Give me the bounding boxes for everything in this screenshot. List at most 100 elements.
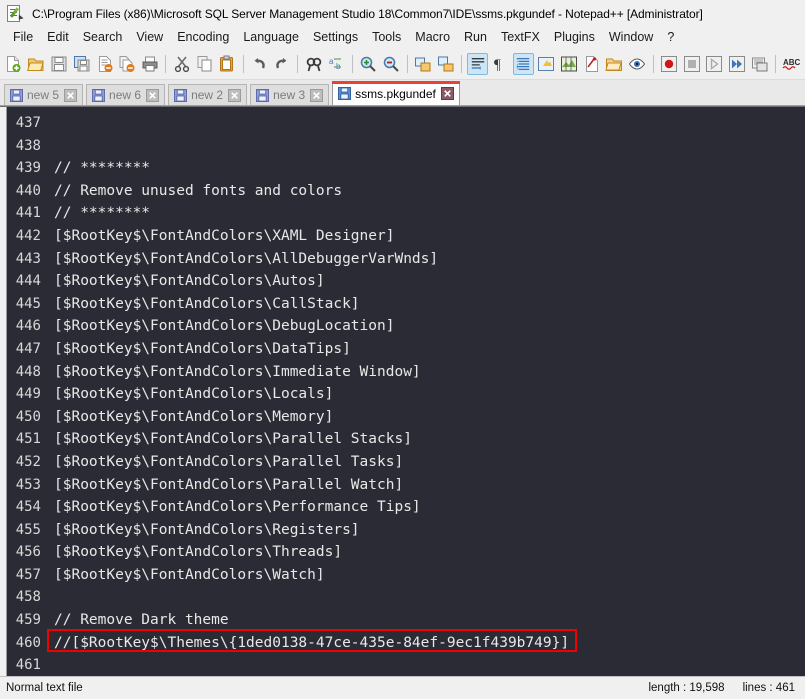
- code-line[interactable]: 437: [7, 112, 805, 135]
- tab-label: ssms.pkgundef: [355, 86, 436, 101]
- code-line[interactable]: 446 [$RootKey$\FontAndColors\DebugLocati…: [7, 315, 805, 338]
- close-file-icon[interactable]: [94, 53, 115, 75]
- folder-as-workspace-icon[interactable]: [604, 53, 625, 75]
- menu-item-textfx[interactable]: TextFX: [494, 28, 547, 47]
- line-number: 439: [15, 160, 41, 177]
- show-all-characters-icon[interactable]: ¶: [490, 53, 511, 75]
- code-line[interactable]: 450 [$RootKey$\FontAndColors\Memory]: [7, 406, 805, 429]
- toolbar-separator: [242, 55, 244, 73]
- redo-icon[interactable]: [272, 53, 293, 75]
- notepad-plus-plus-window: C:\Program Files (x86)\Microsoft SQL Ser…: [0, 0, 805, 699]
- code-line[interactable]: 439 // ********: [7, 157, 805, 180]
- line-number: 454: [15, 499, 41, 516]
- code-line[interactable]: 449 [$RootKey$\FontAndColors\Locals]: [7, 383, 805, 406]
- code-line-highlighted[interactable]: 460 //[$RootKey$\Themes\{1ded0138-47ce-4…: [7, 629, 805, 655]
- paste-icon[interactable]: [217, 53, 238, 75]
- code-line[interactable]: 438: [7, 135, 805, 158]
- tab-label: new 3: [273, 88, 306, 102]
- line-content: // Remove Dark theme: [54, 612, 229, 629]
- menu-item-language[interactable]: Language: [236, 28, 306, 47]
- code-line[interactable]: 453 [$RootKey$\FontAndColors\Parallel Wa…: [7, 474, 805, 497]
- zoom-in-icon[interactable]: [358, 53, 379, 75]
- code-line[interactable]: 444 [$RootKey$\FontAndColors\Autos]: [7, 270, 805, 293]
- code-line[interactable]: 454 [$RootKey$\FontAndColors\Performance…: [7, 496, 805, 519]
- menu-item-plugins[interactable]: Plugins: [547, 28, 602, 47]
- line-content: [$RootKey$\FontAndColors\Locals]: [54, 386, 334, 403]
- code-line[interactable]: 461: [7, 654, 805, 676]
- undo-icon[interactable]: [249, 53, 270, 75]
- close-icon[interactable]: [64, 88, 78, 102]
- save-all-icon[interactable]: [71, 53, 92, 75]
- monitoring-icon[interactable]: [627, 53, 648, 75]
- menu-item-edit[interactable]: Edit: [40, 28, 76, 47]
- line-content: [$RootKey$\FontAndColors\Performance Tip…: [54, 499, 421, 516]
- tab-new-3[interactable]: new 3: [250, 84, 330, 105]
- code-line[interactable]: 442 [$RootKey$\FontAndColors\XAML Design…: [7, 225, 805, 248]
- function-list-icon[interactable]: [581, 53, 602, 75]
- line-number: 440: [15, 182, 41, 199]
- zoom-out-icon[interactable]: [381, 53, 402, 75]
- replace-icon[interactable]: a b: [326, 53, 347, 75]
- menu-item-search[interactable]: Search: [76, 28, 130, 47]
- svg-text:a: a: [329, 57, 334, 66]
- code-line[interactable]: 441 // ********: [7, 202, 805, 225]
- line-number: 444: [15, 273, 41, 290]
- code-line[interactable]: 459 // Remove Dark theme: [7, 609, 805, 632]
- menu-item-file[interactable]: File: [6, 28, 40, 47]
- code-line[interactable]: 447 [$RootKey$\FontAndColors\DataTips]: [7, 338, 805, 361]
- tab-ssms-pkgundef[interactable]: ssms.pkgundef: [332, 81, 460, 105]
- sync-vertical-scroll-icon[interactable]: [413, 53, 434, 75]
- close-icon[interactable]: [440, 87, 454, 100]
- code-line[interactable]: 440 // Remove unused fonts and colors: [7, 180, 805, 203]
- close-icon[interactable]: [228, 88, 242, 102]
- find-icon[interactable]: [303, 53, 324, 75]
- code-line[interactable]: 448 [$RootKey$\FontAndColors\Immediate W…: [7, 361, 805, 384]
- line-number: 447: [15, 340, 41, 357]
- text-editor[interactable]: 437 438 439 // ******** 440 // Remove un…: [7, 107, 805, 676]
- line-content: [$RootKey$\FontAndColors\Registers]: [54, 521, 360, 538]
- save-state-icon: [338, 87, 352, 100]
- code-line[interactable]: 456 [$RootKey$\FontAndColors\Threads]: [7, 541, 805, 564]
- menu-item-help[interactable]: ?: [660, 28, 681, 47]
- tab-new-5[interactable]: new 5: [4, 84, 84, 105]
- spell-check-icon[interactable]: ABC: [781, 53, 802, 75]
- run-macro-multiple-icon[interactable]: [727, 53, 748, 75]
- close-all-files-icon[interactable]: [117, 53, 138, 75]
- status-length: length : 19,598: [648, 682, 725, 694]
- menu-item-window[interactable]: Window: [602, 28, 660, 47]
- menu-item-macro[interactable]: Macro: [408, 28, 457, 47]
- new-file-icon[interactable]: [3, 53, 24, 75]
- tab-new-2[interactable]: new 2: [168, 84, 248, 105]
- cut-icon[interactable]: [171, 53, 192, 75]
- editor-left-margin: [0, 107, 7, 676]
- user-defined-language-icon[interactable]: [536, 53, 557, 75]
- play-macro-icon[interactable]: [704, 53, 725, 75]
- code-line[interactable]: 451 [$RootKey$\FontAndColors\Parallel St…: [7, 428, 805, 451]
- toolbar-separator: [165, 55, 167, 73]
- copy-icon[interactable]: [194, 53, 215, 75]
- code-line[interactable]: 443 [$RootKey$\FontAndColors\AllDebugger…: [7, 248, 805, 271]
- code-line[interactable]: 457 [$RootKey$\FontAndColors\Watch]: [7, 564, 805, 587]
- close-icon[interactable]: [310, 88, 324, 102]
- word-wrap-icon[interactable]: [467, 53, 488, 75]
- menu-item-view[interactable]: View: [129, 28, 170, 47]
- menu-item-encoding[interactable]: Encoding: [170, 28, 236, 47]
- save-icon[interactable]: [49, 53, 70, 75]
- open-file-icon[interactable]: [26, 53, 47, 75]
- menu-item-tools[interactable]: Tools: [365, 28, 408, 47]
- code-line[interactable]: 455 [$RootKey$\FontAndColors\Registers]: [7, 519, 805, 542]
- close-icon[interactable]: [146, 88, 160, 102]
- document-map-icon[interactable]: [558, 53, 579, 75]
- code-line[interactable]: 445 [$RootKey$\FontAndColors\CallStack]: [7, 293, 805, 316]
- print-icon[interactable]: [140, 53, 161, 75]
- save-macro-icon[interactable]: [750, 53, 771, 75]
- menu-item-run[interactable]: Run: [457, 28, 494, 47]
- tab-new-6[interactable]: new 6: [86, 84, 166, 105]
- sync-horizontal-scroll-icon[interactable]: [435, 53, 456, 75]
- record-macro-icon[interactable]: [659, 53, 680, 75]
- code-line[interactable]: 452 [$RootKey$\FontAndColors\Parallel Ta…: [7, 451, 805, 474]
- stop-recording-icon[interactable]: [681, 53, 702, 75]
- menu-item-settings[interactable]: Settings: [306, 28, 365, 47]
- code-line[interactable]: 458: [7, 586, 805, 609]
- indent-guide-icon[interactable]: [512, 53, 534, 75]
